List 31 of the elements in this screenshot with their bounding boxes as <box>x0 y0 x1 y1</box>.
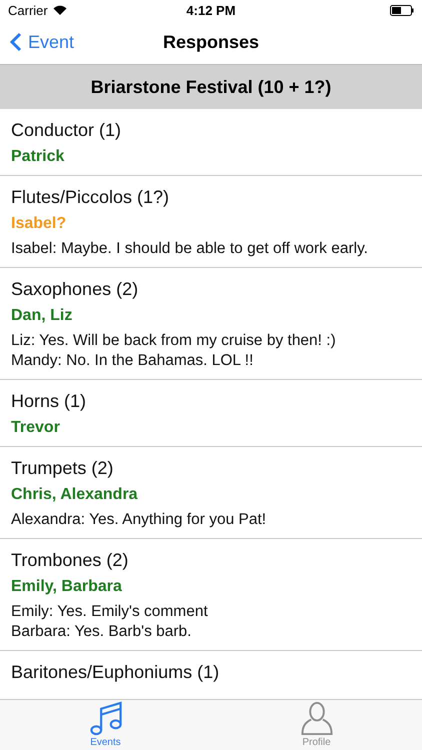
comment-text: Liz: Yes. Will be back from my cruise by then! :) <box>11 331 337 351</box>
wifi-icon <box>52 5 67 15</box>
event-header: Briarstone Festival (10 + 1?) <box>0 64 422 109</box>
attendee-names: Isabel? <box>11 214 68 234</box>
section-title: Conductor (1) <box>11 119 122 141</box>
comment-text: Barbara: Yes. Barb's barb. <box>11 622 192 642</box>
section-title: Horns (1) <box>11 390 88 412</box>
comment-text: Isabel: Maybe. I should be able to get off work early. <box>11 239 369 259</box>
section-title: Baritones/Euphoniums (1) <box>11 661 220 683</box>
section-title: Trombones (2) <box>11 549 130 571</box>
tab-bar-item[interactable]: Profile <box>211 700 422 750</box>
comment-text: Emily: Yes. Emily's comment <box>11 602 209 622</box>
section-title: Saxophones (2) <box>11 278 140 300</box>
chevron-icon <box>10 32 22 52</box>
attendee-names: Dan, Liz <box>11 306 74 326</box>
back-button[interactable]: Event <box>0 32 82 52</box>
battery-icon <box>390 4 414 16</box>
section-title: Trumpets (2) <box>11 457 114 479</box>
tab-bar-item[interactable]: Events <box>0 700 211 750</box>
attendee-names: Chris, Alexandra <box>11 485 139 505</box>
nav-title: Responses <box>162 32 260 52</box>
section-title: Flutes/Piccolos (1?) <box>11 186 170 208</box>
comment-text: Alexandra: Yes. Anything for you Pat! <box>11 510 268 530</box>
attendee-names: Patrick <box>11 147 66 167</box>
person-icon <box>300 701 334 736</box>
comment-text: Mandy: No. In the Bahamas. LOL !! <box>11 351 254 371</box>
carrier-label: Carrier <box>8 2 48 18</box>
status-time: 4:12 PM <box>186 2 236 18</box>
attendee-names: Trevor <box>11 418 61 438</box>
music-note-icon <box>88 701 122 736</box>
attendee-names: Emily, Barbara <box>11 577 123 597</box>
